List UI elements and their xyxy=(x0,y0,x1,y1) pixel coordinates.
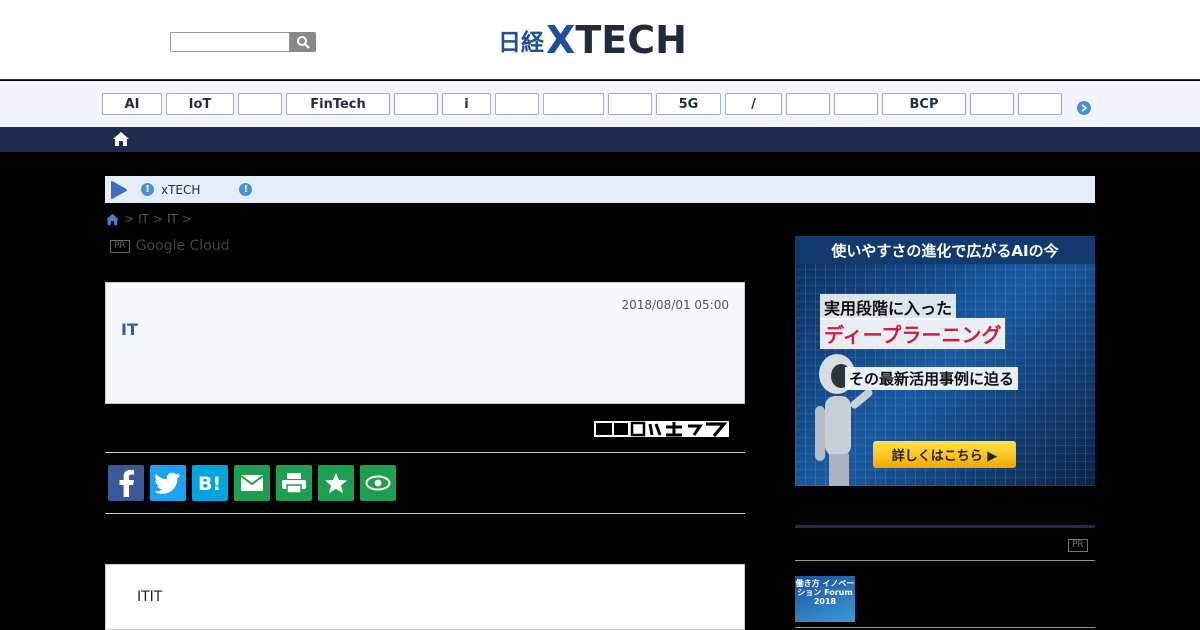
category-tab[interactable] xyxy=(543,93,604,115)
sidebar-divider xyxy=(795,627,1095,628)
breadcrumb-separator: > xyxy=(152,212,163,226)
category-tab[interactable]: 5G xyxy=(656,93,721,115)
logo-xtech: XTECH xyxy=(546,18,687,62)
hatena-icon: B! xyxy=(198,473,221,494)
mail-share-button[interactable] xyxy=(234,465,270,501)
category-tab[interactable]: FinTech xyxy=(286,93,390,115)
ad-cta-button[interactable]: 詳しくはこちら ▶ xyxy=(873,441,1016,468)
category-tab[interactable] xyxy=(238,93,282,115)
breadcrumb-item[interactable]: IT xyxy=(138,212,149,226)
hatena-bookmark-button[interactable]: B! xyxy=(192,465,228,501)
category-tab[interactable] xyxy=(1018,93,1062,115)
category-tab[interactable] xyxy=(786,93,830,115)
article-body: ITIT xyxy=(105,564,745,630)
article-title: IT xyxy=(121,320,138,339)
category-bar: AI IoT FinTech i 5G / BCP xyxy=(0,81,1200,127)
category-tab[interactable] xyxy=(495,93,539,115)
twitter-icon xyxy=(155,472,180,494)
category-tab[interactable] xyxy=(970,93,1014,115)
facebook-icon xyxy=(119,470,134,497)
article-header: 2018/08/01 05:00 IT xyxy=(105,282,745,404)
eye-icon xyxy=(365,475,391,491)
breadcrumb-item[interactable]: IT xyxy=(167,212,178,226)
watch-button[interactable] xyxy=(360,465,396,501)
ad-line1: 実用段階に入った xyxy=(820,294,957,320)
alert-icon: ! xyxy=(141,183,154,196)
category-tab[interactable] xyxy=(394,93,438,115)
pr-text[interactable]: Google Cloud xyxy=(136,238,230,254)
category-tab[interactable]: IoT xyxy=(166,93,234,115)
category-tab[interactable] xyxy=(608,93,652,115)
logo-nikkei: 日経 xyxy=(498,30,544,56)
printer-icon xyxy=(282,473,306,494)
home-icon[interactable] xyxy=(105,213,120,226)
pr-link: PR Google Cloud xyxy=(110,237,230,255)
favorite-button[interactable] xyxy=(318,465,354,501)
svg-text:B!: B! xyxy=(198,473,221,494)
category-tab[interactable]: AI xyxy=(102,93,162,115)
mail-icon xyxy=(240,475,264,491)
main-nav xyxy=(0,127,1200,152)
article-date: 2018/08/01 05:00 xyxy=(621,298,729,312)
breadcrumb-separator: > xyxy=(124,212,135,226)
ad-line3: その最新活用事例に迫る xyxy=(845,367,1019,390)
category-tab[interactable]: BCP xyxy=(882,93,966,115)
notice-label[interactable]: xTECH xyxy=(161,183,200,197)
breadcrumb-separator: > xyxy=(181,212,192,226)
sidebar-thumbnail[interactable]: 働き方 イノベーション Forum 2018 xyxy=(795,576,855,622)
site-header: 日経 XTECH xyxy=(0,0,1200,80)
divider xyxy=(105,513,745,514)
alert-icon: ! xyxy=(239,183,253,196)
search-input[interactable] xyxy=(170,32,290,52)
category-next-button[interactable] xyxy=(1077,101,1091,115)
ad-banner[interactable]: 使いやすさの進化で広がるAIの今 実用段階に入った ディープラーニング その最新… xyxy=(795,236,1095,486)
share-buttons: B! xyxy=(108,465,402,501)
print-button[interactable] xyxy=(276,465,312,501)
category-tab[interactable] xyxy=(834,93,878,115)
sidebar-pr-badge: PR xyxy=(1068,539,1088,552)
ad-headline: 使いやすさの進化で広がるAIの今 xyxy=(795,236,1095,264)
breadcrumb: > IT > IT > xyxy=(105,211,196,227)
search-button[interactable] xyxy=(290,32,316,52)
star-icon xyxy=(325,473,347,493)
pr-badge: PR xyxy=(110,239,130,253)
sidebar-divider xyxy=(795,560,1095,561)
arrow-right-icon xyxy=(111,180,127,199)
publication-logo[interactable] xyxy=(594,418,729,440)
site-logo[interactable]: 日経 XTECH xyxy=(498,18,687,62)
home-icon[interactable] xyxy=(112,131,130,147)
facebook-share-button[interactable] xyxy=(108,465,144,501)
search-icon xyxy=(297,36,310,49)
chevron-right-icon xyxy=(1081,104,1088,112)
category-tab[interactable]: i xyxy=(442,93,491,115)
twitter-share-button[interactable] xyxy=(150,465,186,501)
sidebar-divider xyxy=(795,525,1095,528)
search-box xyxy=(170,32,316,52)
notice-bar: ! xTECH ! xyxy=(105,176,1095,203)
category-tab[interactable]: / xyxy=(725,93,782,115)
ad-line2: ディープラーニング xyxy=(820,318,1006,349)
article-body-text: ITIT xyxy=(137,589,163,605)
divider xyxy=(105,452,745,453)
